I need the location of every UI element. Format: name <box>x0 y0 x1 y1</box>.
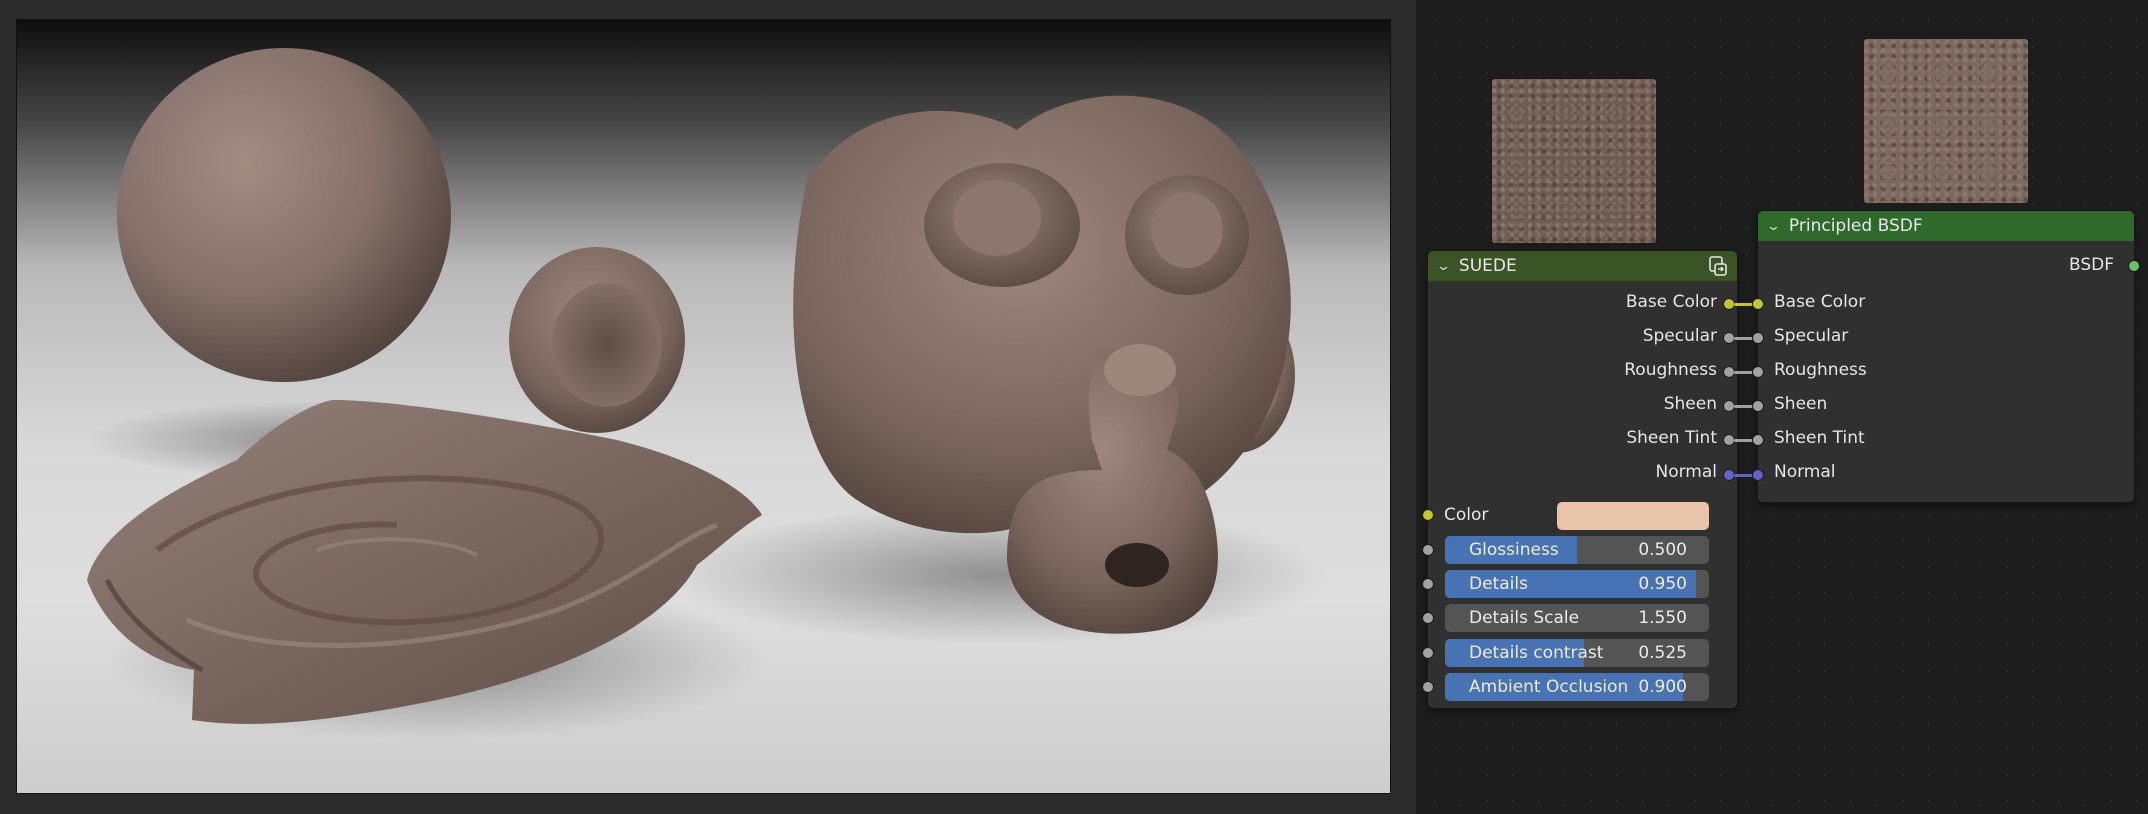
collapse-chevron-icon[interactable]: ⌄ <box>1766 219 1781 234</box>
bsdf-output-label: BSDF <box>2068 255 2114 275</box>
bsdf-socket-sheen[interactable] <box>1752 400 1764 412</box>
details-field[interactable]: Details 0.950 <box>1445 570 1709 598</box>
color-swatch[interactable] <box>1557 502 1709 530</box>
suede-output-normal: Normal <box>1655 462 1717 482</box>
details-contrast-field[interactable]: Details contrast 0.525 <box>1445 639 1709 667</box>
bsdf-socket-base-color[interactable] <box>1752 298 1764 310</box>
suede-output-specular: Specular <box>1642 326 1717 346</box>
suede-output-sheen: Sheen <box>1663 394 1717 414</box>
bsdf-input-sheen-tint: Sheen Tint <box>1774 428 1865 448</box>
suede-node-header[interactable]: ⌄ SUEDE <box>1428 251 1737 281</box>
bsdf-input-specular: Specular <box>1774 326 1849 346</box>
bsdf-node-title: Principled BSDF <box>1788 216 1923 236</box>
suede-output-sheen-tint: Sheen Tint <box>1626 428 1717 448</box>
suede-input-socket-glossiness[interactable] <box>1422 544 1434 556</box>
bsdf-socket-normal[interactable] <box>1752 469 1764 481</box>
details-label: Details <box>1469 574 1528 594</box>
bsdf-input-sheen: Sheen <box>1774 394 1828 414</box>
glossiness-label: Glossiness <box>1469 540 1559 560</box>
details-contrast-value: 0.525 <box>1638 643 1687 663</box>
ambient-occlusion-label: Ambient Occlusion <box>1469 677 1629 697</box>
suede-input-socket-ambient-occlusion[interactable] <box>1422 681 1434 693</box>
bsdf-input-normal: Normal <box>1774 462 1836 482</box>
details-value: 0.950 <box>1638 574 1687 594</box>
bsdf-node-header[interactable]: ⌄ Principled BSDF <box>1758 211 2134 241</box>
bsdf-preview-thumbnail <box>1864 39 2028 203</box>
bsdf-socket-specular[interactable] <box>1752 332 1764 344</box>
suede-node-title: SUEDE <box>1458 256 1517 276</box>
collapse-chevron-icon[interactable]: ⌄ <box>1436 259 1451 274</box>
details-scale-value: 1.550 <box>1638 608 1687 628</box>
bsdf-input-base-color: Base Color <box>1774 292 1866 312</box>
bsdf-socket-sheen-tint[interactable] <box>1752 434 1764 446</box>
suede-input-color-label: Color <box>1444 505 1489 525</box>
principled-bsdf-node[interactable]: ⌄ Principled BSDF BSDF Base Color Specul… <box>1758 211 2134 502</box>
bsdf-input-roughness: Roughness <box>1774 360 1867 380</box>
bsdf-socket-roughness[interactable] <box>1752 366 1764 378</box>
suede-preview-thumbnail <box>1492 79 1656 243</box>
glossiness-field[interactable]: Glossiness 0.500 <box>1445 536 1709 564</box>
render-viewport[interactable] <box>16 19 1391 794</box>
details-scale-field[interactable]: Details Scale 1.550 <box>1445 604 1709 632</box>
node-editor[interactable]: ⌄ SUEDE Base Color Specular Roughness Sh… <box>1416 0 2148 814</box>
details-contrast-label: Details contrast <box>1469 643 1604 663</box>
bsdf-socket-output[interactable] <box>2128 260 2140 272</box>
ambient-occlusion-field[interactable]: Ambient Occlusion 0.900 <box>1445 673 1709 701</box>
sphere-object <box>117 48 451 382</box>
suede-output-roughness: Roughness <box>1624 360 1717 380</box>
details-scale-label: Details Scale <box>1469 608 1580 628</box>
suede-node[interactable]: ⌄ SUEDE Base Color Specular Roughness Sh… <box>1428 251 1737 708</box>
suede-input-socket-details-contrast[interactable] <box>1422 647 1434 659</box>
ambient-occlusion-value: 0.900 <box>1638 677 1687 697</box>
suede-input-socket-color[interactable] <box>1422 509 1434 521</box>
node-group-icon[interactable] <box>1709 256 1727 276</box>
suede-input-socket-details[interactable] <box>1422 578 1434 590</box>
suede-output-base-color: Base Color <box>1625 292 1717 312</box>
suede-input-socket-details-scale[interactable] <box>1422 612 1434 624</box>
glossiness-value: 0.500 <box>1638 540 1687 560</box>
render-image <box>87 48 1327 740</box>
